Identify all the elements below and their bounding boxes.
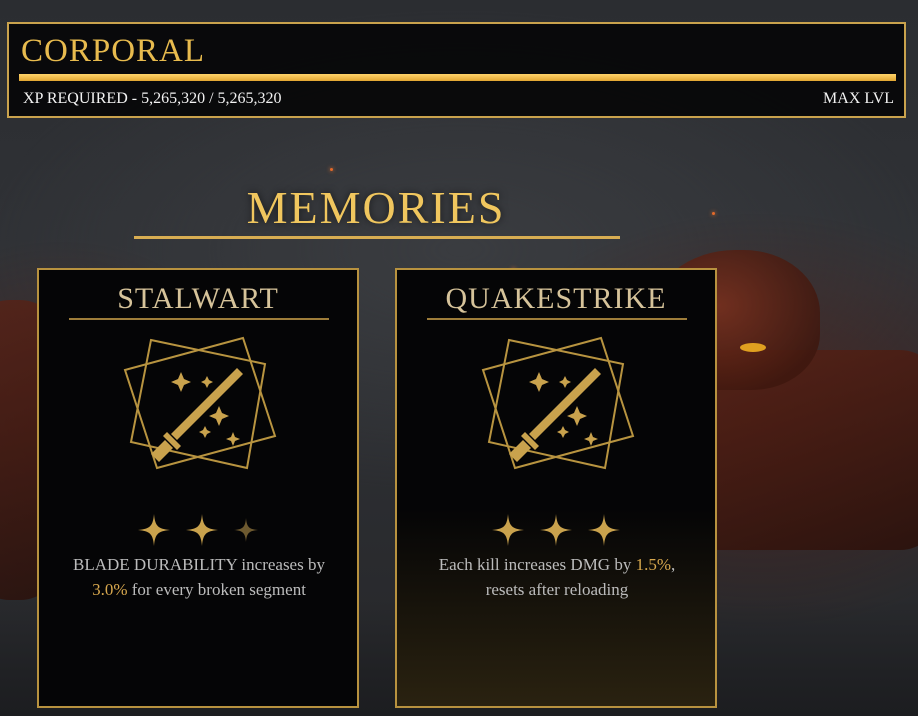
memories-heading: MEMORIES [246, 182, 506, 233]
memory-card-stalwart[interactable]: STALWART BLADE DURABILITY increases by 3… [37, 268, 359, 708]
xp-progress-bar [19, 74, 896, 81]
memory-card-title: STALWART [117, 282, 279, 315]
rank-panel: CORPORAL XP REQUIRED - 5,265,320 / 5,265… [7, 22, 906, 118]
description-text: for every broken segment [127, 580, 306, 599]
rank-title: CORPORAL [21, 33, 206, 69]
memory-card-title: QUAKESTRIKE [445, 282, 667, 315]
description-text: resets after reloading [485, 580, 629, 599]
xp-required-label: XP REQUIRED - 5,265,320 / 5,265,320 [23, 90, 282, 107]
description-value: 3.0% [92, 580, 128, 599]
description-text: Each kill increases DMG by [438, 555, 636, 574]
memory-card-divider [69, 318, 329, 320]
memory-description: Each kill increases DMG by 1.5%, resets … [413, 552, 701, 602]
description-value: 1.5% [635, 555, 672, 574]
memory-star-rating [39, 514, 357, 546]
star-filled-icon [492, 514, 524, 546]
star-filled-icon [186, 514, 218, 546]
description-text: BLADE DURABILITY increases by [73, 555, 325, 574]
star-filled-icon [138, 514, 170, 546]
xp-progress-fill [19, 74, 896, 81]
sword-emblem-icon [123, 336, 277, 470]
star-filled-icon [588, 514, 620, 546]
sword-emblem-icon [481, 336, 635, 470]
memories-heading-underline [134, 236, 620, 239]
memory-star-rating [397, 514, 715, 546]
star-filled-icon [540, 514, 572, 546]
description-text: , [671, 555, 676, 574]
memory-card-quakestrike[interactable]: QUAKESTRIKE Each kill increases DMG by 1… [395, 268, 717, 708]
background-giant-eye [740, 343, 766, 352]
level-status-label: MAX LVL [823, 90, 894, 107]
ember-particle [330, 168, 333, 171]
memory-card-divider [427, 318, 687, 320]
memory-description: BLADE DURABILITY increases by 3.0% for e… [55, 552, 343, 602]
star-empty-icon [234, 518, 258, 542]
